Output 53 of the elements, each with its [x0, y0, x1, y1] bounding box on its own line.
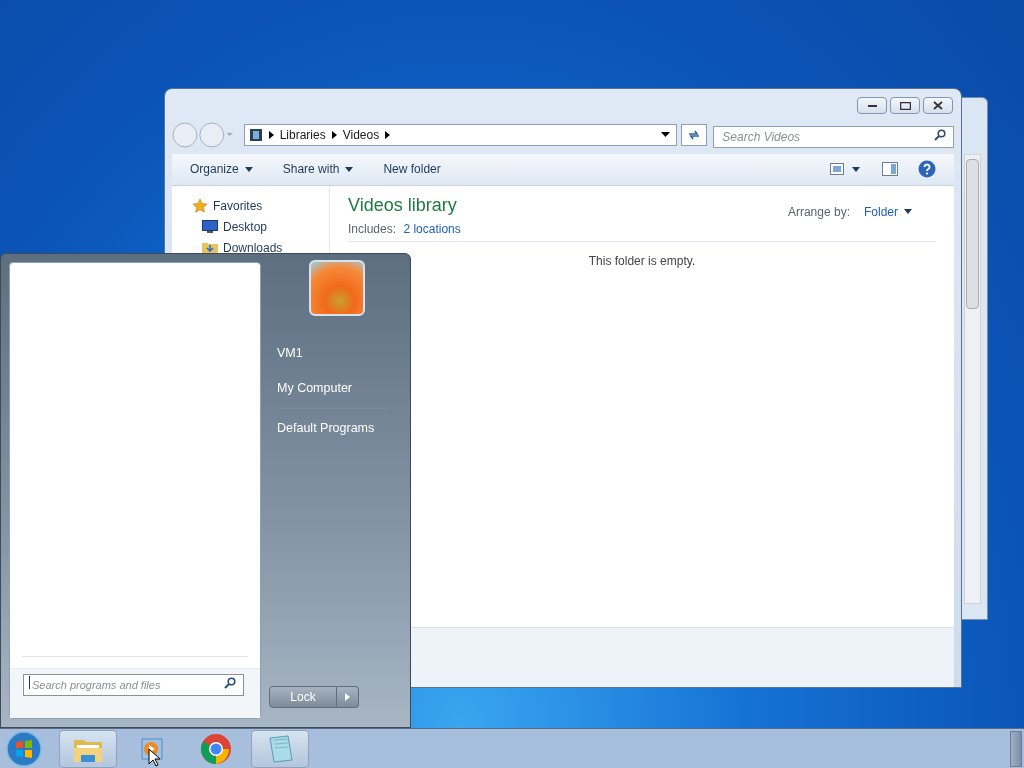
caret-icon: [345, 166, 354, 172]
library-title: Videos library: [348, 193, 458, 217]
user-picture: [309, 260, 365, 316]
breadcrumb-item[interactable]: Videos: [342, 125, 380, 144]
close-icon: [933, 101, 943, 110]
refresh-icon: [687, 128, 702, 141]
help-icon[interactable]: [918, 160, 936, 179]
star-icon: [192, 198, 208, 215]
search-field[interactable]: Search programs and files: [23, 674, 244, 696]
monitor-icon: [202, 220, 218, 235]
preview-pane-icon[interactable]: [882, 162, 898, 177]
notepad-icon: [266, 733, 294, 764]
film-icon: [248, 127, 263, 142]
search-icon: [224, 677, 236, 689]
start-orb-icon[interactable]: [4, 729, 44, 768]
maximize-button[interactable]: [890, 97, 920, 114]
chevron-icon: [331, 130, 337, 139]
breadcrumb-item[interactable]: Libraries: [279, 125, 326, 144]
maximize-icon: [899, 101, 911, 110]
locations-link[interactable]: 2 locations: [403, 221, 461, 236]
caret-icon: [904, 209, 912, 215]
close-button[interactable]: [923, 97, 953, 114]
scrollbar[interactable]: [964, 154, 981, 604]
empty-message: This folder is empty.: [587, 252, 697, 270]
dropdown-caret-icon[interactable]: [661, 132, 671, 138]
chevron-icon: [268, 130, 274, 139]
chevron-icon: [345, 693, 350, 701]
toolbar-button[interactable]: Organize: [190, 160, 253, 179]
start-menu-item[interactable]: VM1: [269, 336, 396, 371]
minimize-button[interactable]: [857, 97, 887, 114]
show-desktop-button[interactable]: [1010, 730, 1022, 767]
scrollbar-thumb[interactable]: [966, 159, 979, 309]
minimize-icon: [867, 104, 877, 107]
arrange-label: Arrange by:: [787, 203, 850, 221]
chevron-icon: [385, 130, 391, 139]
includes-label: Includes:: [348, 221, 397, 236]
search-icon: [934, 128, 946, 141]
arrange-dropdown[interactable]: Folder: [864, 202, 912, 221]
toolbar-button[interactable]: New folder: [383, 160, 441, 179]
start-menu-item[interactable]: Default Programs: [269, 411, 396, 446]
taskbar-button[interactable]: [59, 729, 117, 768]
toolbar-button[interactable]: Share with: [282, 160, 354, 179]
nav-item[interactable]: Favorites: [192, 195, 329, 217]
nav-item[interactable]: Desktop: [192, 216, 329, 238]
search-field[interactable]: Search Videos: [713, 125, 954, 148]
address-bar[interactable]: Libraries Videos: [243, 123, 678, 146]
mouse-pointer-icon: [148, 748, 160, 767]
browser-icon: [200, 732, 232, 765]
caret-icon: [244, 166, 253, 172]
refresh-button[interactable]: [681, 123, 708, 146]
start-menu-item[interactable]: My Computer: [269, 371, 396, 406]
view-options-icon[interactable]: [830, 163, 860, 176]
shutdown-options-button[interactable]: [337, 686, 359, 708]
